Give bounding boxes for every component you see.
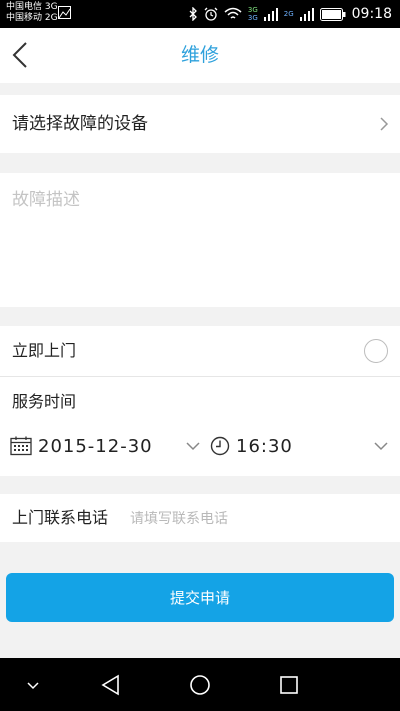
chevron-right-icon (380, 117, 389, 131)
time-value: 16:30 (236, 435, 293, 457)
battery-icon (319, 7, 346, 21)
signal-icon (263, 8, 278, 21)
carrier-1: 中国电信 3G (6, 2, 58, 12)
status-icons: 3G 3G 2G 09:18 (188, 4, 392, 24)
device-select-label: 请选择故障的设备 (12, 114, 148, 134)
back-nav-icon[interactable] (96, 670, 126, 700)
gallery-icon (58, 6, 71, 19)
fault-description-input[interactable] (10, 183, 394, 299)
fault-description-section (0, 173, 400, 307)
device-select-row[interactable]: 请选择故障的设备 (0, 95, 400, 153)
carrier-2: 中国移动 2G (6, 13, 58, 23)
network-type: 3G 3G (248, 6, 258, 22)
submit-button[interactable]: 提交申请 (6, 573, 394, 622)
network-3g-label: 3G (247, 6, 258, 14)
date-value: 2015-12-30 (38, 435, 153, 457)
chevron-down-icon[interactable] (374, 442, 388, 451)
calendar-icon (10, 436, 32, 456)
clock-icon (210, 436, 230, 456)
contact-phone-row: 上门联系电话 (0, 494, 400, 542)
contact-phone-input[interactable] (128, 504, 392, 534)
wifi-icon (224, 7, 242, 19)
alarm-icon (204, 7, 218, 21)
page-title: 维修 (180, 44, 219, 66)
immediate-visit-radio[interactable] (364, 339, 388, 363)
network-2g-label-2: 2G (283, 10, 294, 18)
carrier-info: 中国电信 3G 中国移动 2G (6, 2, 58, 24)
immediate-visit-label: 立即上门 (12, 341, 77, 360)
chevron-down-icon[interactable] (186, 442, 200, 451)
bluetooth-icon (189, 7, 197, 21)
network-type-2: 2G (284, 10, 294, 18)
title-bar: 维修 (0, 28, 400, 83)
schedule-section: 立即上门 服务时间 2015-12-30 16:30 (0, 326, 400, 476)
hide-keyboard-icon[interactable] (18, 670, 48, 700)
date-picker[interactable]: 2015-12-30 (10, 431, 153, 461)
recents-nav-icon[interactable] (274, 670, 304, 700)
back-button[interactable] (6, 38, 38, 72)
service-time-label: 服务时间 (12, 392, 77, 411)
immediate-visit-row[interactable]: 立即上门 (0, 326, 400, 377)
navigation-bar (0, 658, 400, 711)
time-picker[interactable]: 16:30 (210, 431, 293, 461)
network-2g-label: 3G (247, 14, 258, 22)
status-bar: 中国电信 3G 中国移动 2G 3G 3G 2G 09:18 (0, 0, 400, 28)
signal-icon-2 (299, 8, 314, 21)
contact-phone-label: 上门联系电话 (12, 508, 109, 527)
home-nav-icon[interactable] (185, 670, 215, 700)
clock: 09:18 (351, 6, 392, 22)
